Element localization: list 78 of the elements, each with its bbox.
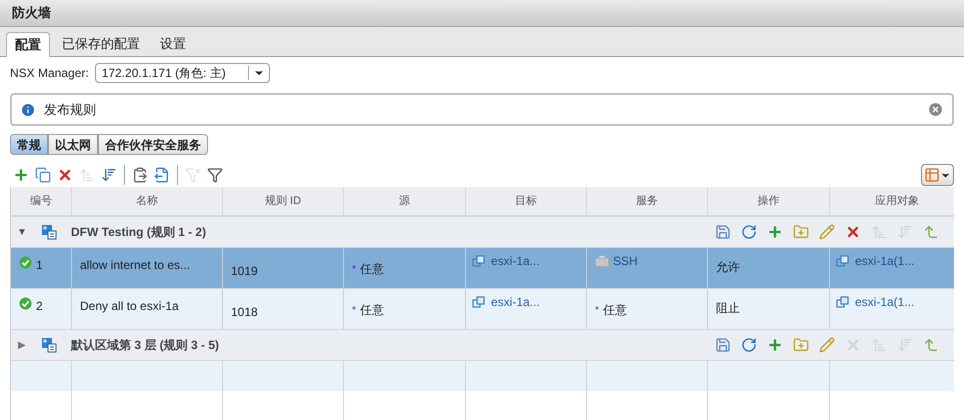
column-picker-button[interactable] — [921, 164, 954, 186]
check-icon — [19, 297, 32, 310]
copy-icon[interactable] — [35, 167, 51, 183]
asterisk: * — [352, 262, 356, 276]
manager-dropdown[interactable]: 172.20.1.171 (角色: 主) — [94, 63, 270, 83]
rule-number: 2 — [36, 298, 43, 315]
service-link[interactable]: SSH — [613, 252, 638, 270]
rule-name: Deny all to esxi-1a — [80, 299, 179, 313]
add-icon[interactable] — [767, 224, 783, 240]
promote-icon[interactable] — [923, 224, 939, 240]
rule-row[interactable]: 1 allow internet to es... 1019 * 任意 esxi-1a... SSH 允许 esxi-1a(1... — [11, 248, 954, 289]
column-header[interactable]: 源 — [344, 187, 466, 215]
tab[interactable]: 已保存的配置 — [54, 31, 148, 56]
edit-icon[interactable] — [819, 337, 835, 353]
add-filter-icon[interactable] — [207, 167, 223, 183]
add-section-icon[interactable] — [793, 224, 809, 240]
service-icon — [595, 255, 609, 267]
object-link[interactable]: esxi-1a(1... — [855, 293, 914, 311]
column-header[interactable]: 服务 — [587, 187, 708, 215]
rule-row[interactable]: 2 Deny all to esxi-1a 1018 * 任意 esxi-1a... * 任意 阻止 esxi-1a(1... — [11, 289, 954, 330]
cell-text: 任意 — [602, 302, 627, 319]
save-icon[interactable] — [715, 224, 731, 240]
info-icon — [20, 102, 36, 118]
rule-number: 1 — [36, 257, 43, 274]
rule-action: 允许 — [716, 260, 740, 274]
column-header[interactable]: 目标 — [466, 187, 587, 215]
delete-icon[interactable] — [57, 167, 73, 183]
table-icon — [924, 167, 940, 183]
refresh-icon[interactable] — [741, 337, 757, 353]
column-header[interactable]: 规则 ID — [223, 187, 344, 215]
add-section-icon[interactable] — [793, 337, 809, 353]
rule-name: allow internet to es... — [80, 258, 190, 272]
column-header[interactable]: 名称 — [72, 187, 223, 215]
tab[interactable]: 设置 — [152, 31, 194, 56]
field-label: NSX Manager: — [10, 65, 89, 82]
tab[interactable]: 配置 — [6, 32, 50, 57]
section-tab[interactable]: 常规 — [10, 134, 48, 155]
section-row[interactable]: ▶ 默认区域第 3 层 (规则 3 - 5) — [11, 330, 954, 361]
column-header[interactable]: 操作 — [708, 187, 830, 215]
object-link[interactable]: esxi-1a... — [491, 293, 540, 311]
edit-icon[interactable] — [819, 224, 835, 240]
object-link[interactable]: esxi-1a... — [491, 252, 540, 270]
vm-icon — [836, 254, 849, 268]
cell-text: 任意 — [360, 302, 384, 319]
window-title: 防火墙 — [12, 4, 51, 22]
save-icon[interactable] — [715, 337, 731, 353]
expand-toggle[interactable]: ▶ — [11, 338, 33, 352]
asterisk: * — [595, 304, 599, 318]
section-row[interactable]: ▼ DFW Testing (规则 1 - 2) — [11, 217, 954, 248]
delete-icon[interactable] — [845, 224, 861, 240]
promote-icon[interactable] — [923, 337, 939, 353]
info-message: 发布规则 — [44, 100, 97, 119]
check-icon — [19, 256, 32, 269]
vm-icon — [836, 296, 849, 308]
section-tab[interactable]: 以太网 — [48, 134, 98, 155]
section-title: 默认区域第 3 层 (规则 3 - 5) — [71, 337, 220, 354]
export-icon[interactable] — [154, 167, 170, 183]
rule-id: 1019 — [231, 264, 258, 278]
vm-icon — [472, 296, 485, 308]
object-link[interactable]: esxi-1a(1... — [855, 252, 914, 270]
rule-action: 阻止 — [716, 301, 740, 315]
section-icon — [41, 337, 57, 353]
add-icon[interactable] — [767, 337, 783, 353]
expand-toggle[interactable]: ▼ — [11, 224, 33, 240]
section-tab[interactable]: 合作伙伴安全服务 — [98, 134, 208, 155]
add-icon[interactable] — [13, 167, 29, 183]
move-down-icon[interactable] — [101, 167, 117, 183]
vm-icon — [472, 254, 485, 268]
paste-icon[interactable] — [132, 167, 148, 183]
section-icon — [41, 224, 57, 240]
refresh-icon[interactable] — [741, 224, 757, 240]
column-header[interactable]: 编号 — [11, 187, 72, 215]
asterisk: * — [352, 304, 356, 318]
column-header[interactable]: 应用对象 — [830, 187, 964, 215]
cell-text: 任意 — [360, 261, 384, 278]
close-icon — [927, 101, 944, 118]
rule-id: 1018 — [231, 305, 258, 319]
section-title: DFW Testing (规则 1 - 2) — [71, 224, 208, 241]
